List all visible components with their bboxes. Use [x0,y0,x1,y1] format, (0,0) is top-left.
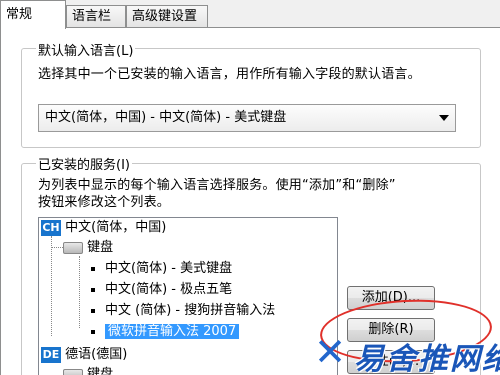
tree-connector [51,247,63,248]
language-label: 德语(德国) [65,347,128,362]
site-watermark: ✕ 易舍推网络 [308,330,500,375]
tab-strip: 语言栏 高级键设置 常规 [0,0,500,29]
tab-general[interactable]: 常规 [0,0,66,29]
tab-advanced-key-settings[interactable]: 高级键设置 [126,5,208,28]
bullet-icon [91,329,95,334]
chevron-down-icon[interactable] [439,115,449,121]
keyboard-label: 键盘 [87,240,114,255]
watermark-text: 易舍推网络 [354,342,500,375]
bullet-icon [91,266,95,271]
installed-services-label: 已安装的服务(I) [36,154,132,173]
keyboard-icon [63,368,83,375]
tree-language-chinese[interactable]: CH 中文(简体，中国) [41,218,166,238]
tree-service-item[interactable]: 中文(简体) - 极点五笔 [91,280,232,300]
tree-language-german[interactable]: DE 德语(德国) [41,345,127,365]
language-label: 中文(简体，中国) [65,220,167,235]
bullet-icon [91,287,95,292]
bullet-icon [91,308,95,313]
tree-keyboard-node[interactable]: 键盘 [63,238,113,258]
language-code-badge: DE [41,346,61,363]
tree-service-item-selected[interactable]: 微软拼音输入法 2007 [91,322,240,342]
text-services-dialog: 语言栏 高级键设置 常规 默认输入语言(L) 选择其中一个已安装的输入语言，用作… [0,0,500,375]
keyboard-label: 键盘 [87,367,114,375]
tab-language-bar[interactable]: 语言栏 [66,5,126,28]
default-language-dropdown[interactable]: 中文(简体，中国) - 中文(简体) - 美式键盘 [38,104,456,132]
default-language-label: 默认输入语言(L) [36,40,136,59]
tree-service-item[interactable]: 中文(简体) - 美式键盘 [91,259,232,279]
language-code-badge: CH [41,219,61,236]
installed-services-tree[interactable]: CH 中文(简体，中国) 键盘 中文(简体) - 美式键盘 中文(简体) - 极… [38,217,338,375]
tree-connector [51,236,52,336]
tree-keyboard-node[interactable]: 键盘 [63,365,113,375]
installed-services-description-2: 按钮来修改这个列表。 [38,195,171,210]
tree-connector [79,256,80,328]
default-language-description: 选择其中一个已安装的输入语言，用作所有输入字段的默认语言。 [38,67,421,82]
watermark-logo-icon: ✕ [314,330,346,374]
tree-service-item[interactable]: 中文 (简体) - 搜狗拼音输入法 [91,301,275,321]
dropdown-value: 中文(简体，中国) - 中文(简体) - 美式键盘 [45,110,287,125]
keyboard-icon [63,241,83,254]
